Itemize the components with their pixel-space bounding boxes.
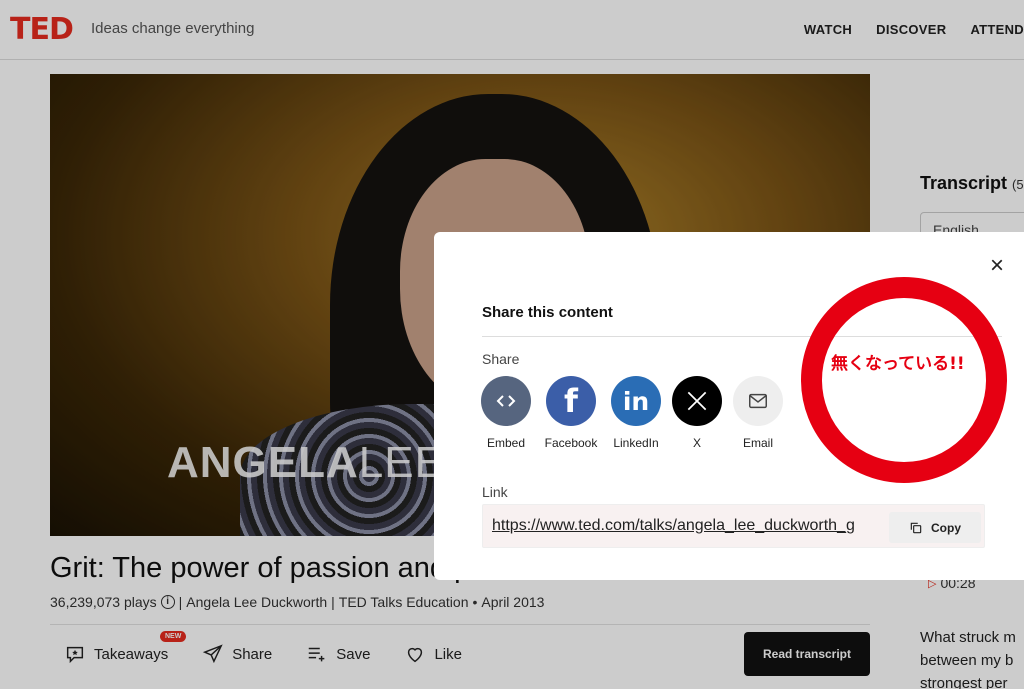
share-section-label: Share <box>482 351 520 367</box>
share-facebook[interactable]: f Facebook <box>545 376 597 450</box>
email-icon <box>733 376 783 426</box>
share-embed-label: Embed <box>486 436 526 450</box>
linkedin-icon: in <box>611 376 661 426</box>
share-email-label: Email <box>742 436 773 450</box>
facebook-icon: f <box>546 376 596 426</box>
annotation-text: 無くなっている!! <box>831 354 965 374</box>
share-facebook-label: Facebook <box>544 436 598 450</box>
share-linkedin[interactable]: in LinkedIn <box>610 376 662 450</box>
share-link-url[interactable]: https://www.ted.com/talks/angela_lee_duc… <box>492 517 855 535</box>
share-embed[interactable]: Embed <box>480 376 532 450</box>
share-email[interactable]: Email <box>733 376 783 450</box>
embed-icon <box>481 376 531 426</box>
close-icon[interactable]: × <box>990 254 1004 278</box>
share-linkedin-label: LinkedIn <box>613 436 659 450</box>
copy-button[interactable]: Copy <box>889 512 981 543</box>
share-link-field[interactable]: https://www.ted.com/talks/angela_lee_duc… <box>482 504 985 548</box>
share-options: Embed f Facebook in LinkedIn X Email <box>480 376 783 450</box>
annotation-circle <box>801 277 1007 483</box>
link-section-label: Link <box>482 484 508 500</box>
modal-title: Share this content <box>482 304 613 321</box>
copy-icon <box>910 522 922 533</box>
share-x-label: X <box>692 436 701 450</box>
x-icon <box>672 376 722 426</box>
share-x[interactable]: X <box>672 376 722 450</box>
copy-label: Copy <box>931 520 961 535</box>
